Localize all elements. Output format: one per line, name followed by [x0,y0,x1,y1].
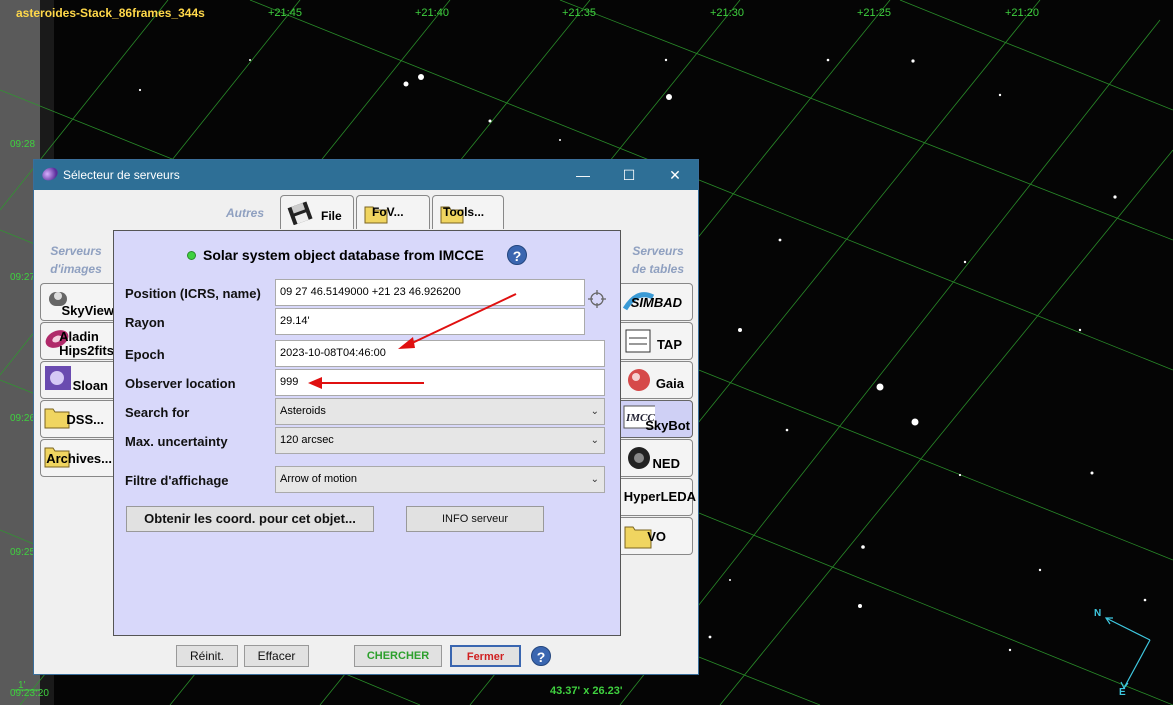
image-servers-heading: Serveurs d'images [50,244,102,276]
server-tab-archives[interactable]: Archives... [40,439,114,477]
server-selector-dialog: Sélecteur de serveurs — ☐ ✕ Autres File … [33,159,699,675]
ra-label: +21:35 [562,7,596,19]
ra-label: +21:20 [1005,7,1039,19]
tab-label: File [321,209,342,223]
server-tab-tap[interactable]: TAP [621,322,693,360]
compass-east: E [1119,687,1126,698]
floppy-disk-icon [287,201,313,225]
server-label: SIMBAD [630,295,682,310]
server-tab-simbad[interactable]: SIMBAD [621,283,693,321]
ned-icon [628,447,650,469]
server-tab-sloan[interactable]: Sloan [40,361,114,399]
skybot-form-panel: Solar system object database from IMCCE … [113,230,621,636]
server-tab-skybot[interactable]: IMCCE SkyBot [621,400,693,438]
server-label: DSS... [66,412,104,427]
ra-label: +21:25 [857,7,891,19]
close-button[interactable]: Fermer [450,645,521,667]
others-heading: Autres [226,206,265,220]
annotation-arrows [308,293,517,389]
server-tab-dss[interactable]: DSS... [40,400,114,438]
tab-tools[interactable]: Tools... [432,195,504,229]
image-title: asteroides-Stack_86frames_344s [16,6,205,20]
close-window-button[interactable]: ✕ [652,160,698,190]
server-label: Gaia [655,376,684,391]
ra-label: +21:40 [415,7,449,19]
tab-fov[interactable]: FoV... [356,195,430,229]
clear-button[interactable]: Effacer [244,645,309,667]
aladin-app-icon [40,165,60,183]
server-label: TAP [656,337,682,352]
server-tab-hyperleda[interactable]: HyperLEDA [621,478,696,516]
tab-file[interactable]: File [280,195,354,229]
sloan-icon [45,366,71,390]
dec-label: 09:23:20 [10,688,49,699]
select-from-icon [625,329,651,353]
gaia-icon [628,369,650,391]
reset-button[interactable]: Réinit. [176,645,238,667]
server-label: SkyBot [645,418,690,433]
dec-label: 09:27 [10,272,36,283]
server-label: Archives... [46,451,112,466]
server-label: VO [647,529,666,544]
help-icon[interactable]: ? [531,646,551,666]
ra-label: +21:30 [710,7,744,19]
scale-label: 1' [18,680,26,691]
maximize-button[interactable]: ☐ [606,160,652,190]
server-tab-gaia[interactable]: Gaia [621,361,693,399]
server-label: NED [652,456,680,471]
tab-label: FoV... [372,205,404,219]
dec-label: 09:26 [10,413,36,424]
server-tab-skyview[interactable]: SkyView [40,283,114,321]
search-button[interactable]: CHERCHER [354,645,442,667]
server-tab-vo[interactable]: VO [621,517,693,555]
dec-label: 09:25 [10,547,36,558]
ra-label: +21:45 [268,7,302,19]
server-label: Sloan [72,378,108,393]
server-label: SkyView [61,303,114,318]
dialog-title: Sélecteur de serveurs [63,168,180,182]
server-tab-hips2fits[interactable]: Aladin Hips2fits [40,322,114,360]
fov-label: 43.37' x 26.23' [550,685,623,697]
dialog-titlebar[interactable]: Sélecteur de serveurs — ☐ ✕ [34,160,698,190]
server-label: HyperLEDA [623,489,696,504]
table-servers-heading: Serveurs de tables [631,244,685,276]
server-label: Aladin Hips2fits [59,329,114,358]
server-tab-ned[interactable]: NED [621,439,693,477]
compass-north: N [1094,608,1102,619]
minimize-button[interactable]: — [560,160,606,190]
dec-label: 09:28 [10,139,36,150]
tab-label: Tools... [443,205,485,219]
